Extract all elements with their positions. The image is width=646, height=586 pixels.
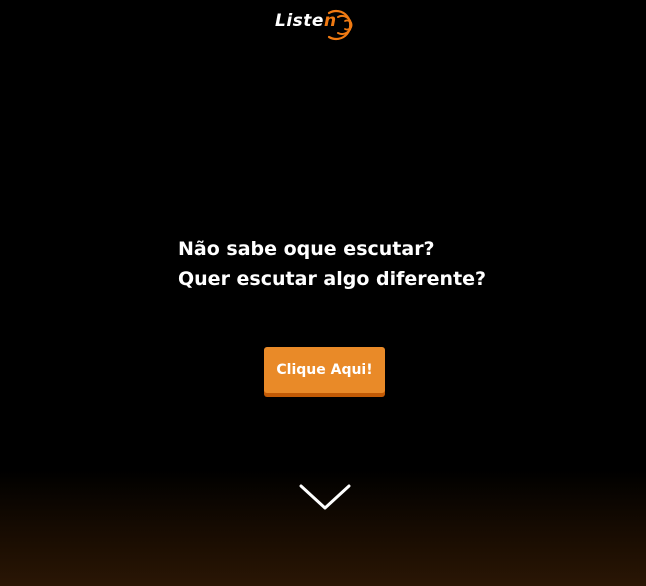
logo-text-main: Liste bbox=[275, 11, 324, 31]
hero-headline: Não sabe oque escutar? Quer escutar algo… bbox=[178, 234, 498, 294]
listen-logo[interactable]: Listen bbox=[275, 6, 371, 44]
sound-waves-icon bbox=[327, 9, 353, 41]
hero-line-1: Não sabe oque escutar? bbox=[178, 238, 435, 260]
hero-line-2: Quer escutar algo diferente? bbox=[178, 268, 487, 290]
chevron-down-icon[interactable] bbox=[298, 482, 352, 514]
cta-button[interactable]: Clique Aqui! bbox=[264, 347, 385, 393]
